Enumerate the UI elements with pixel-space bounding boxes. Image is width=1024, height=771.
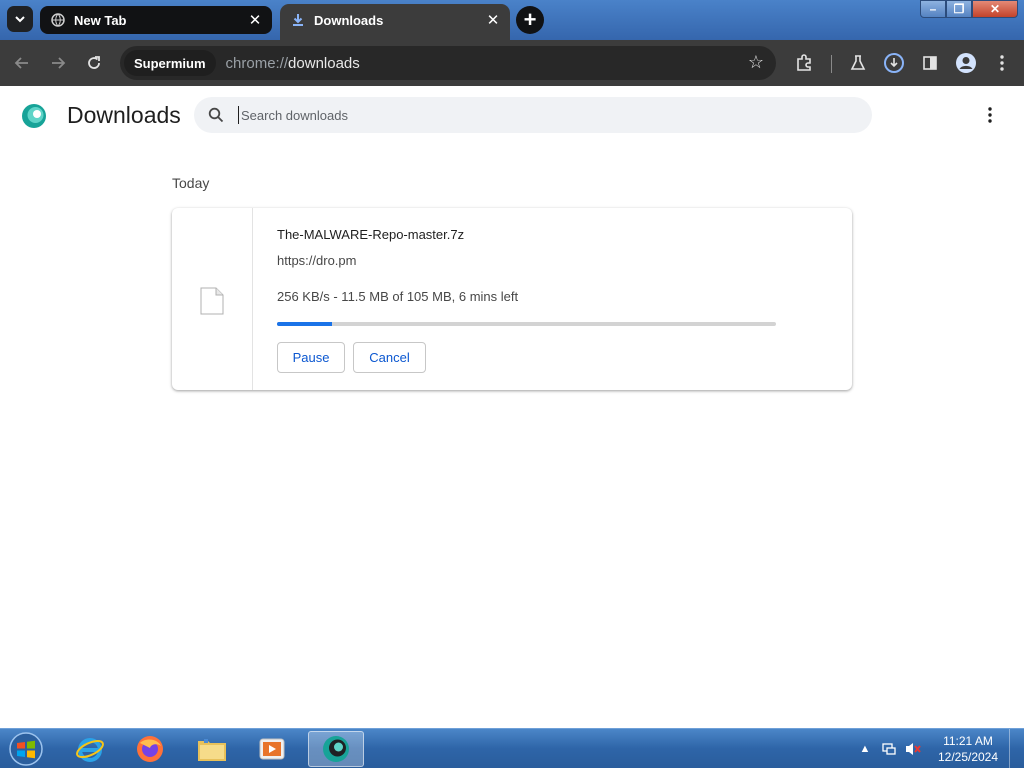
volume-muted-icon[interactable] bbox=[903, 739, 923, 759]
new-tab-button[interactable]: + bbox=[516, 6, 544, 34]
maximize-button[interactable]: ❐ bbox=[946, 0, 972, 18]
close-icon[interactable]: ✕ bbox=[244, 9, 266, 31]
close-icon[interactable]: ✕ bbox=[482, 9, 504, 31]
file-icon-column bbox=[172, 208, 253, 390]
source-url-link[interactable]: https://dro.pm bbox=[277, 253, 356, 268]
url-text[interactable]: chrome://downloads bbox=[226, 55, 360, 72]
cancel-button[interactable]: Cancel bbox=[353, 342, 426, 373]
file-explorer-icon[interactable] bbox=[184, 731, 240, 767]
back-icon[interactable] bbox=[8, 49, 36, 77]
firefox-icon[interactable] bbox=[122, 731, 178, 767]
start-button[interactable] bbox=[6, 732, 46, 766]
downloads-indicator-icon[interactable] bbox=[880, 49, 908, 77]
url-scheme: chrome:// bbox=[225, 54, 289, 72]
plus-icon: + bbox=[523, 7, 537, 32]
media-player-icon[interactable] bbox=[244, 731, 300, 767]
side-panel-icon[interactable] bbox=[916, 49, 944, 77]
profile-icon[interactable] bbox=[952, 49, 980, 77]
minimize-button[interactable]: – bbox=[920, 0, 946, 18]
taskbar: ▲ 11:21 AM 12/25/2024 bbox=[0, 728, 1024, 769]
system-tray: ▲ 11:21 AM 12/25/2024 bbox=[855, 729, 1024, 769]
labs-icon[interactable] bbox=[844, 49, 872, 77]
pause-button[interactable]: Pause bbox=[277, 342, 345, 373]
progress-fill bbox=[277, 322, 332, 326]
file-icon bbox=[200, 287, 224, 315]
clock-time: 11:21 AM bbox=[943, 734, 993, 748]
extensions-icon[interactable] bbox=[790, 49, 818, 77]
download-item-card: The-MALWARE-Repo-master.7z https://dro.p… bbox=[172, 208, 852, 390]
close-window-button[interactable]: ✕ bbox=[972, 0, 1018, 18]
supermium-logo-icon bbox=[20, 102, 48, 130]
tab-downloads[interactable]: Downloads ✕ bbox=[280, 4, 510, 40]
tab-title: Downloads bbox=[314, 12, 384, 28]
show-hidden-icons-icon[interactable]: ▲ bbox=[855, 739, 875, 759]
site-chip[interactable]: Supermium bbox=[124, 50, 216, 76]
date-section-label: Today bbox=[172, 175, 210, 191]
more-actions-icon[interactable] bbox=[980, 105, 1000, 125]
title-bar: New Tab ✕ Downloads ✕ + – ❐ ✕ bbox=[0, 0, 1024, 40]
internet-explorer-icon[interactable] bbox=[62, 731, 118, 767]
supermium-icon[interactable] bbox=[308, 731, 364, 767]
search-input[interactable] bbox=[238, 106, 872, 124]
page-title: Downloads bbox=[67, 102, 181, 128]
chevron-down-icon bbox=[15, 16, 25, 23]
show-desktop-button[interactable] bbox=[1009, 729, 1024, 769]
menu-icon[interactable] bbox=[988, 49, 1016, 77]
url-host: downloads bbox=[288, 54, 360, 72]
tab-title: New Tab bbox=[74, 12, 127, 28]
forward-icon[interactable] bbox=[44, 49, 72, 77]
address-bar[interactable]: Supermium chrome://downloads ☆ bbox=[120, 46, 776, 80]
tab-new-tab[interactable]: New Tab ✕ bbox=[40, 6, 272, 34]
search-bar[interactable] bbox=[194, 97, 872, 133]
download-status: 256 KB/s - 11.5 MB of 105 MB, 6 mins lef… bbox=[277, 289, 519, 304]
window-controls: – ❐ ✕ bbox=[920, 0, 1018, 20]
search-icon bbox=[206, 105, 226, 125]
toolbar-divider bbox=[831, 55, 832, 73]
clock-date: 12/25/2024 bbox=[937, 750, 999, 764]
reload-icon[interactable] bbox=[80, 49, 108, 77]
network-icon[interactable] bbox=[879, 739, 899, 759]
download-icon bbox=[290, 12, 306, 28]
globe-icon bbox=[50, 12, 66, 28]
progress-bar bbox=[277, 322, 776, 326]
clock[interactable]: 11:21 AM 12/25/2024 bbox=[933, 733, 1003, 765]
browser-toolbar: Supermium chrome://downloads ☆ bbox=[0, 40, 1024, 86]
bookmark-star-icon[interactable]: ☆ bbox=[748, 52, 764, 73]
file-name-link[interactable]: The-MALWARE-Repo-master.7z bbox=[277, 227, 464, 242]
tab-search-button[interactable] bbox=[7, 6, 33, 32]
downloads-header: Downloads bbox=[0, 86, 1024, 146]
